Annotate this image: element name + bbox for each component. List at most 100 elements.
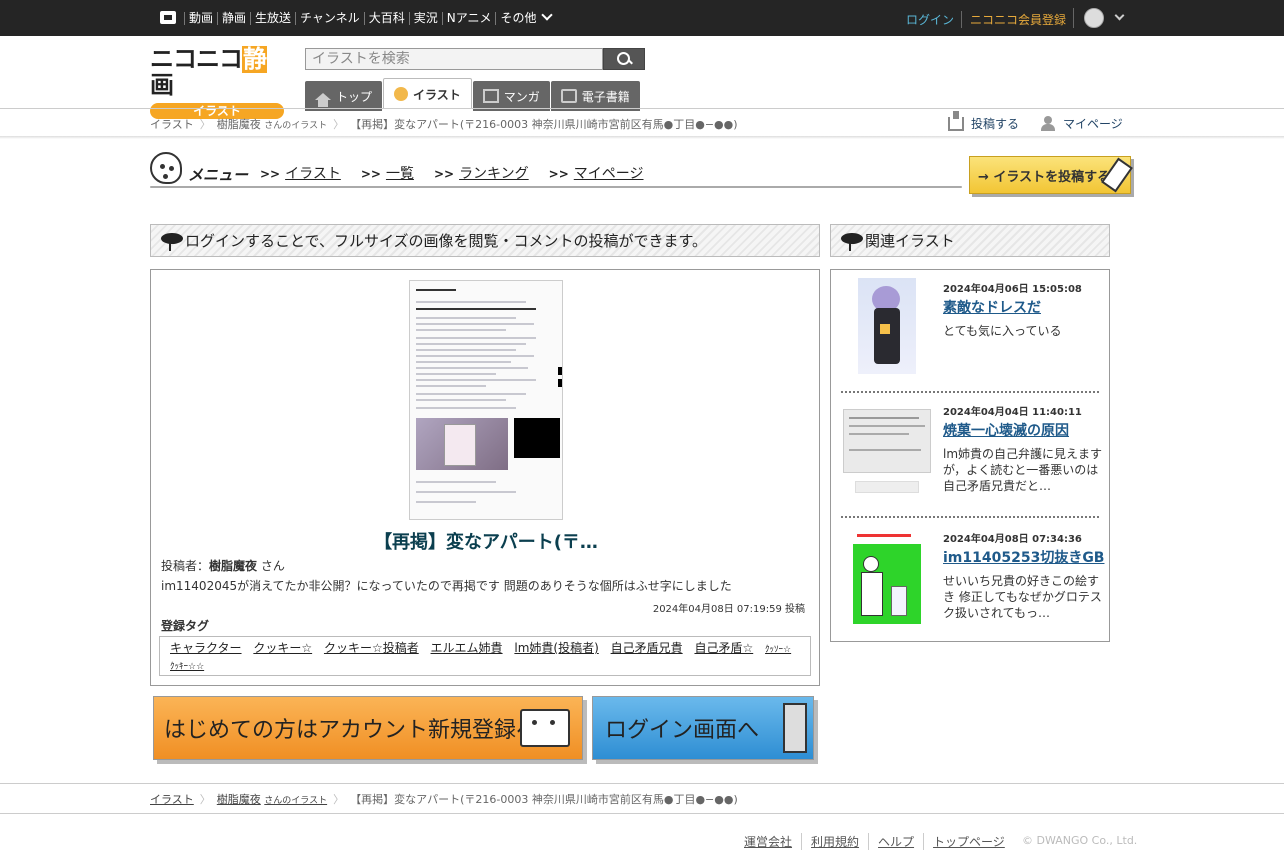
tags-box: キャラクター クッキー☆ クッキー☆投稿者 エルエム姉貴 lm姉貴(投稿者) 自… [159, 636, 811, 676]
tab-top[interactable]: トップ [305, 81, 383, 111]
breadcrumb-separator: 〉 [199, 118, 211, 131]
related-desc: せいいち兄貴の好きこの絵すき 修正してもなぜかグロテスク扱いされてもっ… [943, 574, 1102, 620]
divider [841, 516, 1099, 518]
menu-link-mypage[interactable]: >> マイページ [549, 163, 644, 183]
home-icon [315, 92, 331, 107]
nav-live[interactable]: 生放送 [250, 11, 295, 25]
nav-more-dropdown[interactable]: その他 [495, 11, 555, 25]
related-title[interactable]: 素敵なドレスだ [943, 297, 1105, 317]
section-tabs: トップ イラスト マンガ 電子書籍 [305, 78, 641, 111]
login-banner[interactable]: ログイン画面へ [592, 696, 814, 760]
nav-video[interactable]: 動画 [184, 11, 217, 25]
breadcrumb-root[interactable]: イラスト [150, 791, 194, 807]
poster-label: 投稿者： [161, 559, 210, 573]
global-nav-bar: 動画 静画 生放送 チャンネル 大百科 実況 Nアニメ その他 ログイン ニコニ… [0, 0, 1284, 36]
poster-name[interactable]: 樹脂魔夜 [209, 559, 257, 573]
related-date: 2024年04月06日 15:05:08 [943, 284, 1082, 295]
related-title[interactable]: im11405253切抜きGB [943, 547, 1105, 567]
tab-manga[interactable]: マンガ [472, 81, 550, 111]
breadcrumb-user[interactable]: 樹脂魔夜 [217, 791, 261, 807]
avatar-icon [1084, 8, 1104, 28]
tag-link[interactable]: 自己矛盾☆ [694, 641, 753, 655]
login-link[interactable]: ログイン [906, 11, 954, 28]
sprout-icon [161, 231, 183, 251]
tab-label: 電子書籍 [581, 89, 630, 104]
tag-link[interactable]: キャラクター [170, 641, 242, 655]
door-icon [783, 703, 807, 753]
mypage-link[interactable]: マイページ [1041, 115, 1123, 132]
user-avatar[interactable] [1073, 8, 1104, 28]
nav-seiga[interactable]: 静画 [217, 11, 250, 25]
menu-link-ranking[interactable]: >> ランキング [434, 163, 529, 183]
nav-channel[interactable]: チャンネル [295, 11, 364, 25]
post-illust-label: → イラストを投稿する [978, 169, 1111, 185]
chevron-down-icon[interactable] [1114, 10, 1125, 21]
post-date: 2024年04月08日 07:19:59 投稿 [652, 604, 805, 615]
divider [0, 783, 1284, 784]
tab-label: マンガ [503, 89, 540, 104]
illust-title: 【再掲】変なアパート(〒… [374, 532, 598, 553]
tag-link[interactable]: クッキー☆投稿者 [324, 641, 419, 655]
breadcrumb-separator: 〉 [333, 118, 345, 131]
seiga-logo[interactable]: ニコニコ静画 イラスト [150, 46, 284, 119]
menu-title: メニュー [188, 166, 249, 184]
menu-link-illust[interactable]: >> イラスト [260, 163, 341, 183]
arrow-icon: >> [433, 167, 455, 181]
illust-thumbnail[interactable] [409, 280, 563, 520]
footer-link-top[interactable]: トップページ [923, 833, 1014, 850]
divider [0, 136, 1284, 139]
poster-suffix: さん [260, 559, 285, 573]
related-thumbnail[interactable] [858, 278, 916, 374]
login-notice-heading: ログインすることで、フルサイズの画像を閲覧・コメントの投稿ができます。 [150, 224, 820, 257]
menu-link-label: ランキング [459, 166, 529, 182]
tv-character-icon [520, 709, 570, 747]
arrow-icon: >> [360, 167, 381, 181]
register-link[interactable]: ニコニコ会員登録 [961, 11, 1066, 28]
nav-nanime[interactable]: Nアニメ [441, 11, 496, 25]
footer-link-terms[interactable]: 利用規約 [801, 833, 868, 850]
breadcrumb-separator: 〉 [199, 793, 211, 806]
breadcrumb-root[interactable]: イラスト [150, 116, 194, 132]
user-icon [1041, 116, 1055, 131]
breadcrumb-user-suffix[interactable]: さんのイラスト [264, 118, 327, 131]
tab-illust[interactable]: イラスト [383, 78, 472, 109]
mypage-link-label: マイページ [1063, 117, 1123, 131]
menu-link-label: イラスト [285, 166, 341, 182]
related-heading: 関連イラスト [830, 224, 1110, 257]
login-banner-text: ログイン画面へ [605, 718, 760, 743]
breadcrumb-user[interactable]: 樹脂魔夜 [217, 116, 261, 132]
related-desc: lm姉貴の自己弁護に見えますが，よく読むと一番悪いのは自己矛盾兄貴だと… [943, 447, 1103, 493]
niconico-tv-icon[interactable] [160, 11, 176, 24]
tag-link[interactable]: lm姉貴(投稿者) [514, 641, 598, 655]
menu-link-list[interactable]: >> 一覧 [361, 163, 414, 183]
illust-panel: 【再掲】変なアパート(〒… 投稿者：樹脂魔夜 さん im11402045が消えて… [150, 269, 820, 686]
breadcrumb: イラスト 〉 樹脂魔夜 さんのイラスト 〉 【再掲】変なアパート(〒216-00… [150, 116, 738, 132]
tag-link[interactable]: ｸｯｷｰ☆☆ [170, 662, 204, 672]
copyright: © DWANGO Co., Ltd. [1022, 834, 1138, 847]
footer-link-help[interactable]: ヘルプ [868, 833, 923, 850]
tag-link[interactable]: エルエム姉貴 [431, 641, 503, 655]
book-icon [560, 89, 577, 103]
signup-banner[interactable]: はじめての方はアカウント新規登録へ [153, 696, 583, 760]
nav-jikkyo[interactable]: 実況 [408, 11, 442, 25]
related-thumbnail[interactable] [853, 528, 921, 624]
search-input[interactable]: イラストを検索 [305, 48, 603, 70]
logo-text-left: ニコニコ [150, 46, 243, 73]
footer-link-company[interactable]: 運営会社 [744, 833, 801, 850]
search-button[interactable] [603, 48, 645, 70]
related-desc: とても気に入っている [943, 324, 1062, 338]
nav-dic[interactable]: 大百科 [363, 11, 409, 25]
tag-link[interactable]: 自己矛盾兄貴 [611, 641, 683, 655]
related-title[interactable]: 焼菓一心壊滅の原因 [943, 420, 1105, 440]
tag-link[interactable]: ｸｯｿｰ☆ [765, 645, 791, 655]
post-illust-button[interactable]: → イラストを投稿する [969, 156, 1133, 194]
tab-ebook[interactable]: 電子書籍 [550, 81, 640, 111]
tag-link[interactable]: クッキー☆ [253, 641, 312, 655]
post-link[interactable]: 投稿する [948, 110, 1019, 132]
illust-description: im11402045が消えてたか非公開？になっていたので再掲です 問題のありそう… [161, 579, 732, 593]
related-date: 2024年04月04日 11:40:11 [943, 407, 1082, 418]
breadcrumb-user-suffix[interactable]: さんのイラスト [264, 793, 327, 806]
related-thumbnail[interactable] [843, 409, 931, 495]
arrow-icon: >> [260, 167, 281, 181]
divider [150, 186, 962, 188]
